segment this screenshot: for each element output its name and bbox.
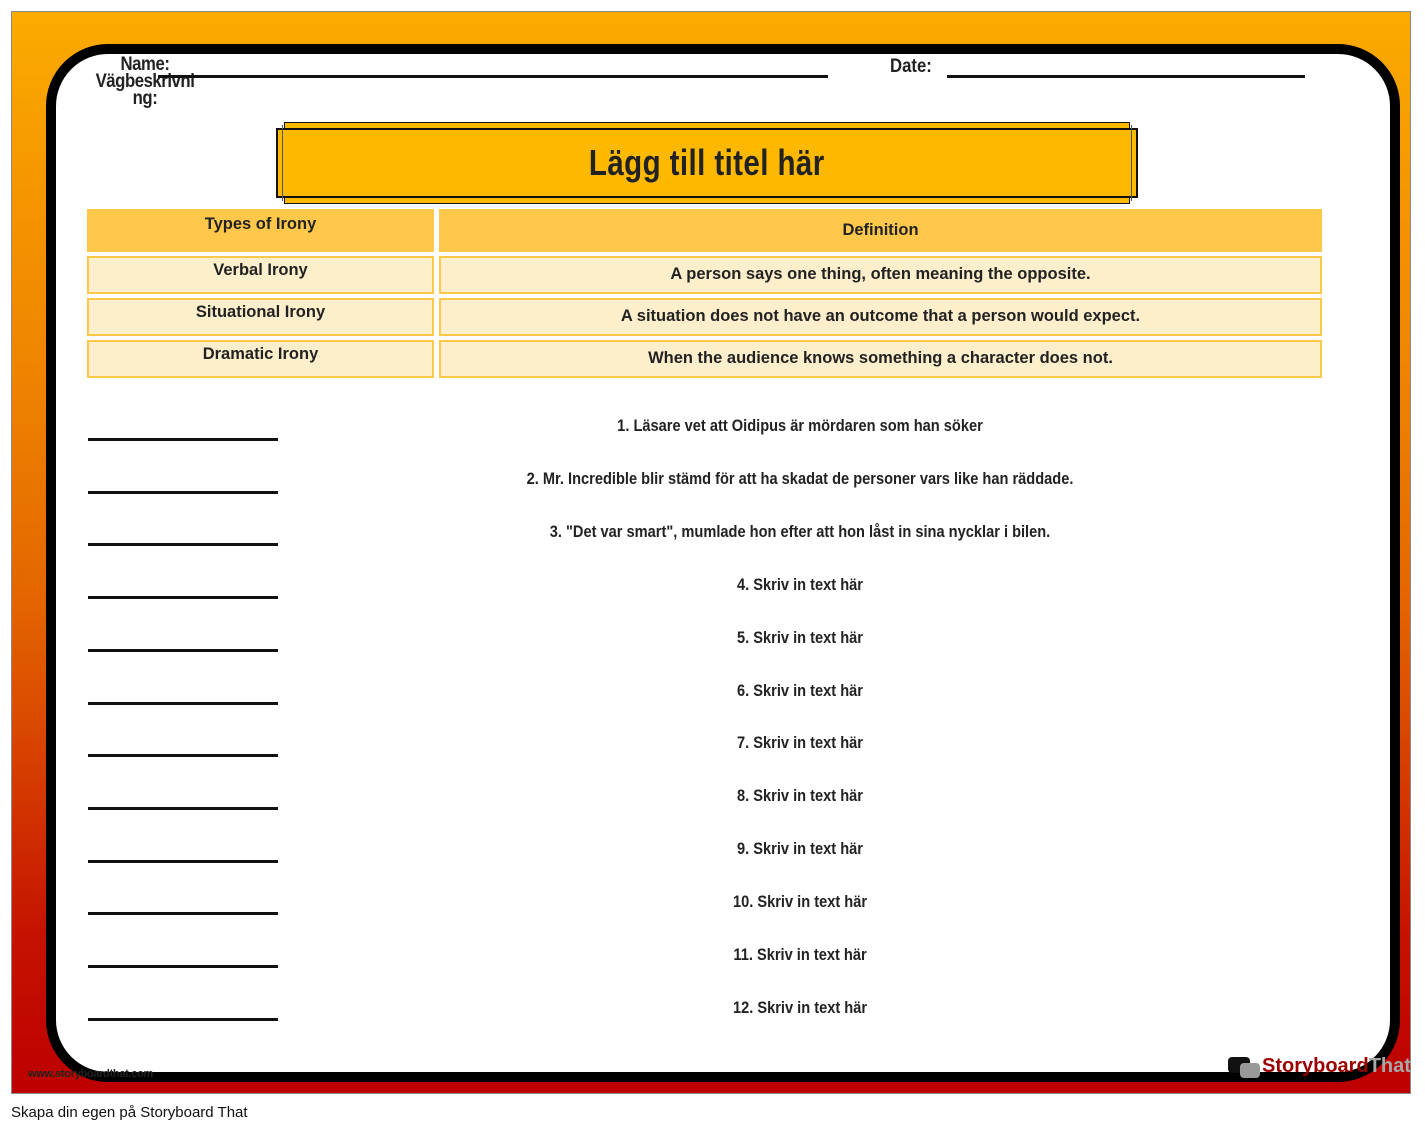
irony-definition: A person says one thing, often meaning t… xyxy=(439,256,1322,294)
name-input-line[interactable] xyxy=(158,75,828,78)
prompt-item: 10. Skriv in text här xyxy=(732,892,868,912)
speech-bubble-icon-secondary xyxy=(1240,1063,1260,1078)
table-row: Situational Irony A situation does not h… xyxy=(87,298,1322,336)
site-url[interactable]: www.storyboardthat.com xyxy=(28,1068,153,1080)
answer-blank-line[interactable] xyxy=(88,912,278,916)
prompt-item: 9. Skriv in text här xyxy=(737,839,863,859)
answer-blank-line[interactable] xyxy=(88,1017,278,1021)
prompt-item: 8. Skriv in text här xyxy=(737,786,863,806)
answer-blank-line[interactable] xyxy=(88,596,278,600)
prompt-item: 7. Skriv in text här xyxy=(737,733,863,753)
create-your-own-link[interactable]: Skapa din egen på Storyboard That xyxy=(11,1104,248,1121)
irony-table: Types of Irony Definition Verbal Irony A… xyxy=(82,205,1327,382)
irony-type: Verbal Irony xyxy=(87,256,434,294)
answer-blank-line[interactable] xyxy=(88,806,278,810)
answer-blank-line[interactable] xyxy=(88,965,278,968)
answer-blank-line[interactable] xyxy=(88,438,278,441)
header-definition: Definition xyxy=(439,209,1322,252)
date-input-line[interactable] xyxy=(947,75,1305,78)
page-title[interactable]: Lägg till titel här xyxy=(589,142,825,184)
answer-blank-line[interactable] xyxy=(88,543,278,547)
directions-label-text: Vägbeskrivning: xyxy=(95,71,195,109)
irony-type: Dramatic Irony xyxy=(87,340,434,378)
prompt-item: 4. Skriv in text här xyxy=(737,574,863,594)
table-row: Verbal Irony A person says one thing, of… xyxy=(87,256,1322,294)
brand-wordmark: StoryboardThat xyxy=(1262,1055,1411,1078)
irony-definition: When the audience knows something a char… xyxy=(439,340,1322,378)
answer-blank-line[interactable] xyxy=(88,490,278,494)
answer-blank-line[interactable] xyxy=(88,701,278,705)
prompt-item: 12. Skriv in text här xyxy=(732,997,868,1017)
irony-definition: A situation does not have an outcome tha… xyxy=(439,298,1322,336)
title-box[interactable]: Lägg till titel här xyxy=(276,125,1138,201)
prompt-item: 5. Skriv in text här xyxy=(737,627,863,647)
prompt-item: 11. Skriv in text här xyxy=(733,945,867,964)
answer-blank-line[interactable] xyxy=(88,859,278,863)
irony-type: Situational Irony xyxy=(87,298,434,336)
brand-storyboard: Storyboard xyxy=(1262,1055,1369,1077)
prompt-item: 1. Läsare vet att Oidipus är mördaren so… xyxy=(617,416,983,435)
prompt-item: 6. Skriv in text här xyxy=(737,680,863,700)
date-label: Date: xyxy=(890,56,932,77)
header-types: Types of Irony xyxy=(87,209,434,252)
brand-that: That xyxy=(1368,1055,1411,1077)
table-row: Dramatic Irony When the audience knows s… xyxy=(87,340,1322,378)
table-header-row: Types of Irony Definition xyxy=(87,209,1322,252)
prompt-item: 3. "Det var smart", mumlade hon efter at… xyxy=(549,521,1051,541)
name-label: Name: Vägbeskrivning: xyxy=(88,55,202,109)
answer-blank-line[interactable] xyxy=(88,648,278,652)
answer-blank-line[interactable] xyxy=(88,754,278,758)
prompt-item: 2. Mr. Incredible blir stämd för att ha … xyxy=(526,468,1074,488)
